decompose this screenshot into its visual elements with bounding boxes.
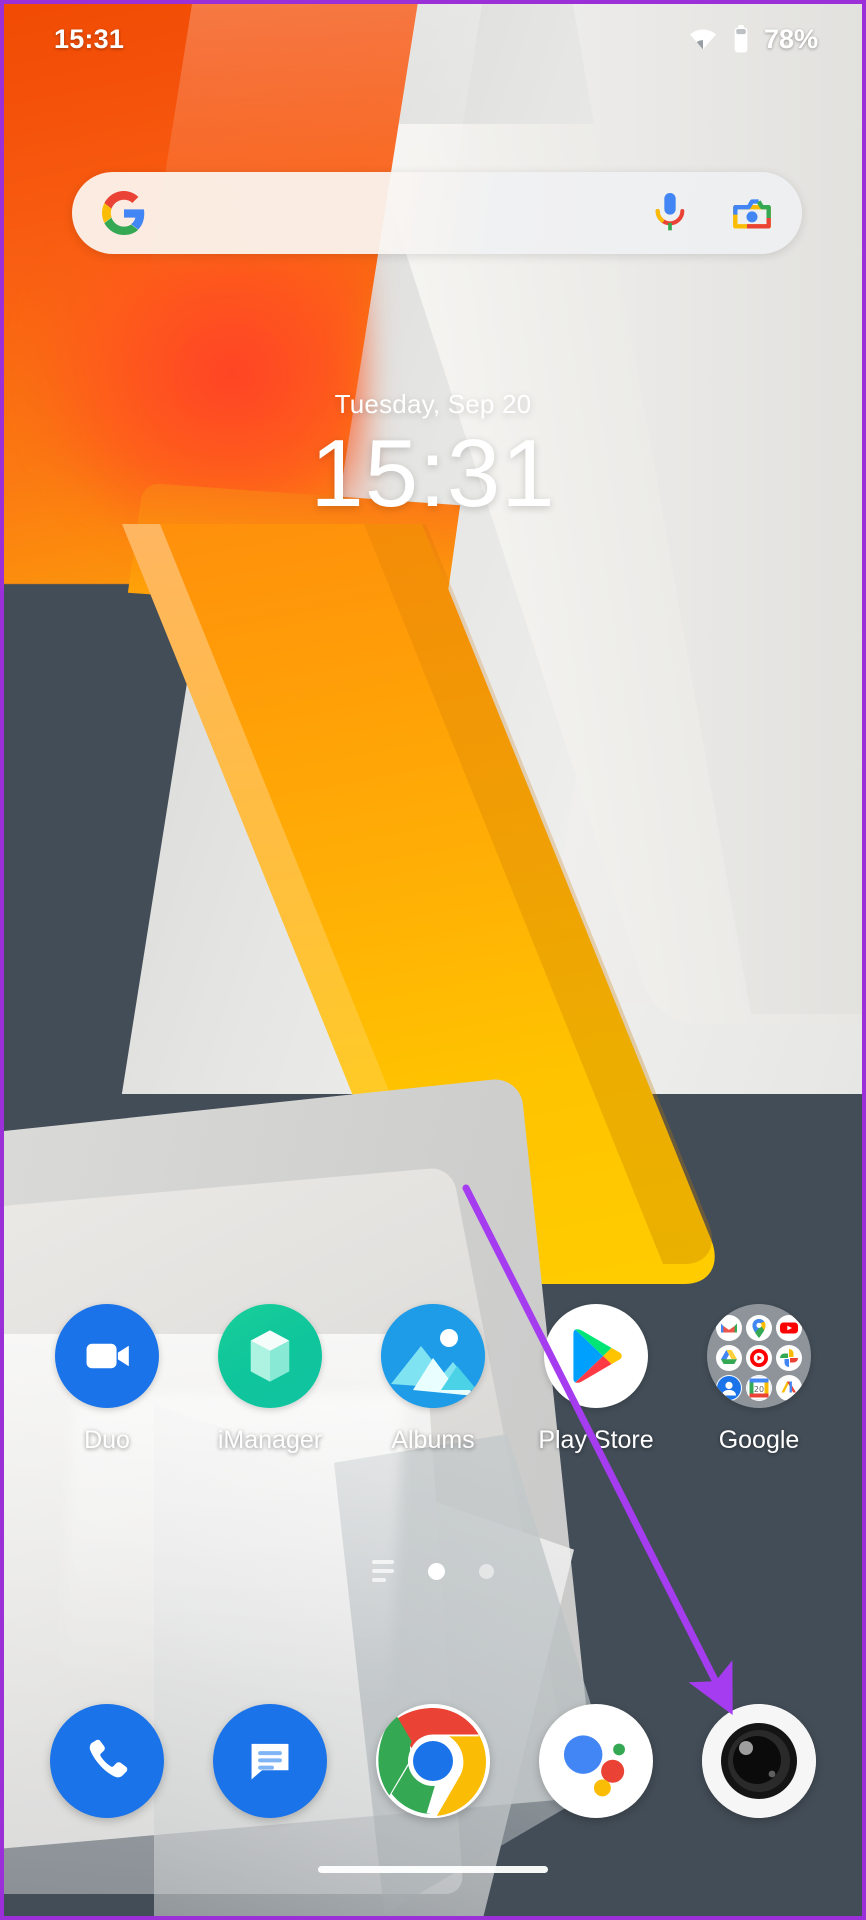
svg-text:20: 20: [754, 1385, 764, 1394]
app-label: iManager: [217, 1426, 323, 1454]
app-albums[interactable]: Albums: [366, 1304, 500, 1455]
dock-item-chrome[interactable]: [366, 1704, 500, 1818]
app-google-folder[interactable]: 20 Google: [692, 1304, 826, 1455]
status-bar-clock: 15:31: [54, 23, 125, 54]
phone-icon[interactable]: [50, 1704, 164, 1818]
google-g-logo-icon: [102, 191, 146, 235]
home-gesture-bar[interactable]: [318, 1866, 548, 1873]
wifi-icon: [688, 27, 718, 51]
dock-item-messages[interactable]: [203, 1704, 337, 1818]
status-bar: 15:31 78%: [4, 4, 862, 74]
google-lens-camera-icon[interactable]: [730, 193, 774, 233]
page-dot[interactable]: [479, 1563, 494, 1579]
dock-item-assistant[interactable]: [529, 1704, 663, 1818]
google-folder-icon[interactable]: 20: [707, 1304, 811, 1408]
phone-screen: 15:31 78% Tuesday, Sep 20 15:31 Duo iMan…: [0, 0, 866, 1920]
microphone-icon[interactable]: [650, 191, 690, 235]
app-label: Albums: [391, 1426, 475, 1454]
dock: [4, 1704, 862, 1818]
app-imanager[interactable]: iManager: [203, 1304, 337, 1455]
battery-icon: [732, 25, 750, 53]
home-app-grid: Duo iManager Albums Play Store 20 Google: [4, 1304, 862, 1455]
contacts-icon: [716, 1375, 742, 1401]
app-duo[interactable]: Duo: [40, 1304, 174, 1455]
duo-icon[interactable]: [55, 1304, 159, 1408]
battery-percent-label: 78%: [763, 23, 818, 54]
messages-icon[interactable]: [213, 1704, 327, 1818]
google-assistant-icon[interactable]: [539, 1704, 653, 1818]
clock-widget[interactable]: Tuesday, Sep 20 15:31: [4, 389, 862, 525]
app-label: Google: [718, 1426, 800, 1454]
dock-item-phone[interactable]: [40, 1704, 174, 1818]
youtube-music-icon: [746, 1345, 772, 1371]
photos-icon: [776, 1345, 802, 1371]
gmail-icon: [716, 1315, 742, 1341]
page-indicator[interactable]: [4, 1560, 862, 1582]
camera-icon[interactable]: [702, 1704, 816, 1818]
dock-item-camera[interactable]: [692, 1704, 826, 1818]
clock-widget-date: Tuesday, Sep 20: [334, 389, 532, 419]
maps-icon: [746, 1315, 772, 1341]
calendar-icon: 20: [746, 1375, 772, 1401]
drive-icon: [716, 1345, 742, 1371]
page-dot-active[interactable]: [428, 1562, 445, 1580]
page-list-icon[interactable]: [372, 1560, 394, 1582]
status-bar-indicators: 78%: [688, 24, 818, 55]
google-one-icon: [776, 1375, 802, 1401]
chrome-icon[interactable]: [376, 1704, 490, 1818]
app-label: Duo: [84, 1426, 130, 1454]
google-search-bar[interactable]: [72, 172, 802, 254]
play-store-icon[interactable]: [544, 1304, 648, 1408]
app-play-store[interactable]: Play Store: [529, 1304, 663, 1455]
app-label: Play Store: [538, 1426, 654, 1454]
clock-widget-time: 15:31: [310, 420, 556, 527]
albums-icon[interactable]: [381, 1304, 485, 1408]
youtube-icon: [776, 1315, 802, 1341]
wallpaper: [4, 4, 862, 1916]
imanager-icon[interactable]: [218, 1304, 322, 1408]
